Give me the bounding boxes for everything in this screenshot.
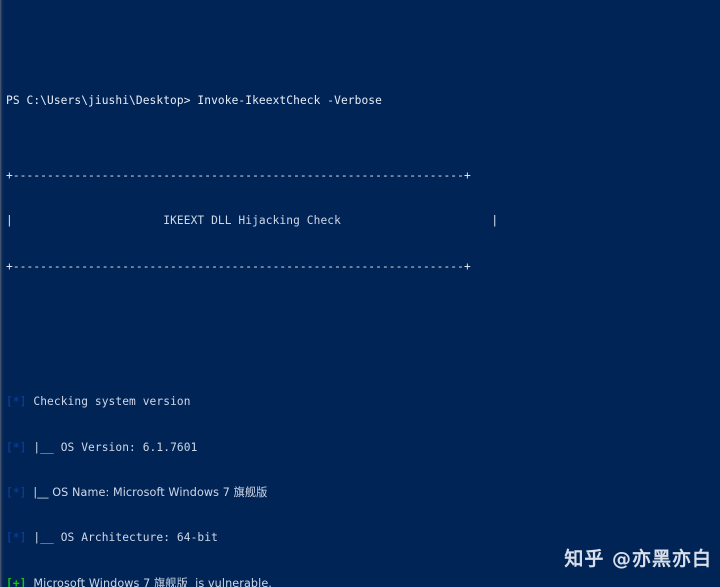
- banner-spacer-left: [13, 214, 163, 227]
- os-arch-item: |__ OS Architecture: 64-bit: [33, 531, 218, 545]
- system-result-text: Microsoft Windows 7 旗舰版 is vulnerable.: [33, 576, 272, 587]
- banner-title: IKEEXT DLL Hijacking Check: [163, 214, 341, 228]
- system-heading-line: [*] Checking system version: [6, 394, 720, 409]
- info-tag-icon: [*]: [6, 395, 27, 409]
- powershell-console[interactable]: PS C:\Users\jiushi\Desktop> Invoke-Ikeex…: [0, 0, 720, 587]
- info-tag-icon: [*]: [6, 486, 27, 499]
- system-item-line: [*] |__ OS Architecture: 64-bit: [6, 530, 720, 545]
- os-version-item: |__ OS Version: 6.1.7601: [33, 440, 198, 454]
- banner-spacer-right: [341, 214, 491, 227]
- os-name-item: |__ OS Name: Microsoft Windows 7 旗舰版: [33, 486, 268, 499]
- banner-right-pipe: |: [491, 214, 499, 228]
- command-text: Invoke-IkeextCheck -Verbose: [197, 93, 382, 107]
- info-tag-icon: [*]: [6, 531, 27, 545]
- banner-bottom-border: +---------------------------------------…: [6, 259, 471, 273]
- prompt-path: PS C:\Users\jiushi\Desktop>: [6, 93, 198, 107]
- banner-top-border: +---------------------------------------…: [6, 169, 471, 183]
- system-heading-text: Checking system version: [33, 395, 191, 409]
- watermark: 知乎 @亦黑亦白: [564, 547, 712, 570]
- info-tag-icon: [*]: [6, 440, 27, 454]
- system-item-line: [*] |__ OS Version: 6.1.7601: [6, 440, 720, 455]
- prompt-line: PS C:\Users\jiushi\Desktop> Invoke-Ikeex…: [6, 93, 720, 108]
- banner-left-pipe: |: [6, 214, 13, 228]
- ok-tag-icon: [+]: [6, 576, 27, 587]
- system-item-line: [*] |__ OS Name: Microsoft Windows 7 旗舰版: [6, 485, 720, 500]
- system-result-line: [+] Microsoft Windows 7 旗舰版 is vulnerabl…: [6, 576, 720, 587]
- banner-title-line: | IKEEXT DLL Hijacking Check |: [6, 213, 720, 228]
- left-edge-artifact: [0, 0, 4, 587]
